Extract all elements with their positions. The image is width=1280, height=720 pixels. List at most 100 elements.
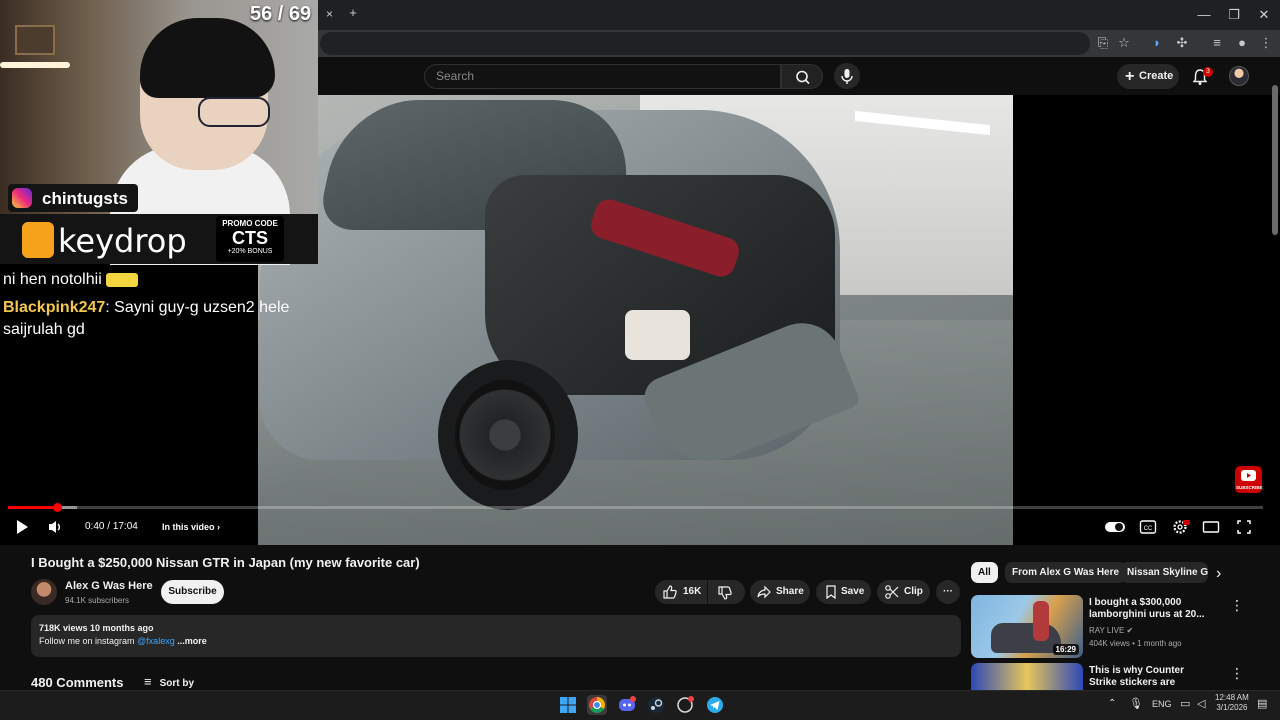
tab-close-button[interactable]: × bbox=[326, 7, 333, 21]
browser-menu-icon[interactable]: ⋮ bbox=[1256, 34, 1276, 52]
page-scrollbar[interactable] bbox=[1272, 85, 1278, 235]
extensions-puzzle-icon[interactable]: ✣ bbox=[1172, 34, 1192, 52]
video-scene-reservoir bbox=[625, 310, 690, 360]
minimize-button[interactable]: — bbox=[1188, 4, 1220, 26]
settings-button[interactable] bbox=[1170, 517, 1190, 537]
channel-name[interactable]: Alex G Was Here bbox=[65, 580, 153, 592]
chapters-button[interactable]: In this video › bbox=[162, 517, 220, 537]
steam-icon bbox=[648, 697, 664, 713]
fullscreen-icon bbox=[1237, 520, 1251, 534]
gear-icon bbox=[1173, 520, 1190, 534]
profile-icon[interactable]: ● bbox=[1232, 34, 1252, 52]
search-input[interactable]: Search bbox=[424, 64, 781, 89]
autoplay-toggle[interactable] bbox=[1104, 517, 1126, 537]
video-title: I Bought a $250,000 Nissan GTR in Japan … bbox=[31, 555, 420, 570]
time-total: 17:04 bbox=[112, 521, 138, 532]
chat-message: ni hen notolhii bbox=[3, 271, 139, 289]
chip-nissan-skyline[interactable]: Nissan Skyline GT bbox=[1120, 562, 1208, 583]
chrome-icon bbox=[589, 697, 605, 713]
video-options-icon[interactable]: ⋮ bbox=[1230, 597, 1244, 614]
chips-next-chevron-icon[interactable]: › bbox=[1216, 565, 1221, 583]
media-control-icon[interactable]: ≡ bbox=[1207, 34, 1227, 52]
share-button[interactable]: Share bbox=[750, 580, 810, 604]
chat-message: Blackpink247: Sayni guy-g uzsen2 hele bbox=[3, 299, 289, 317]
telegram-taskbar-icon[interactable] bbox=[705, 695, 725, 715]
theater-mode-button[interactable] bbox=[1202, 517, 1220, 537]
create-button[interactable]: + Create bbox=[1117, 64, 1179, 89]
like-button[interactable]: 16K bbox=[655, 580, 707, 604]
promo-label: PROMO CODE bbox=[222, 219, 278, 228]
chrome-taskbar-icon[interactable] bbox=[587, 695, 607, 715]
voice-search-button[interactable] bbox=[834, 63, 860, 89]
language-indicator[interactable]: ENG bbox=[1152, 699, 1172, 709]
speaker-icon[interactable]: ◁ bbox=[1197, 697, 1205, 710]
video-meta: 404K views • 1 month ago bbox=[1089, 639, 1182, 648]
sort-comments-button[interactable]: ≡ Sort by bbox=[144, 674, 194, 689]
discord-taskbar-icon[interactable] bbox=[617, 695, 637, 715]
clock-date: 3/1/2026 bbox=[1216, 703, 1248, 712]
promo-bonus: +20% BONUS bbox=[227, 248, 273, 255]
verified-check-icon: ✔ bbox=[1126, 626, 1134, 635]
bookmark-star-icon[interactable]: ☆ bbox=[1114, 34, 1134, 52]
video-title[interactable]: I bought a $300,000 lamborghini urus at … bbox=[1089, 597, 1214, 621]
video-duration: 16:29 bbox=[1052, 644, 1079, 655]
fullscreen-button[interactable] bbox=[1235, 517, 1253, 537]
tray-chevron-icon[interactable]: ⌃ bbox=[1108, 698, 1116, 709]
extension-audio-icon[interactable]: ◗ bbox=[1147, 34, 1167, 52]
keydrop-logo-icon bbox=[22, 222, 54, 258]
url-field[interactable] bbox=[320, 32, 1090, 55]
description-text: Follow me on instagram @fxalexg ...more bbox=[39, 636, 207, 646]
clock[interactable]: 12:48 AM 3/1/2026 bbox=[1215, 693, 1249, 713]
subscribe-button[interactable]: Subscribe bbox=[161, 580, 224, 604]
account-avatar[interactable] bbox=[1229, 66, 1249, 86]
play-button[interactable] bbox=[12, 517, 32, 537]
telegram-icon bbox=[707, 697, 723, 713]
share-icon bbox=[757, 585, 771, 599]
clip-button[interactable]: Clip bbox=[877, 580, 930, 604]
play-icon bbox=[17, 520, 28, 534]
channel-label: RAY LIVE bbox=[1089, 626, 1125, 635]
dislike-button[interactable] bbox=[708, 580, 745, 604]
description-more-link[interactable]: ...more bbox=[175, 636, 207, 646]
chat-text: saijrulah gd bbox=[3, 321, 85, 338]
chat-username: Blackpink247 bbox=[3, 299, 106, 316]
video-thumbnail[interactable] bbox=[971, 663, 1083, 690]
tray-microphone-icon[interactable]: 🎙︎ bbox=[1129, 697, 1143, 710]
steam-taskbar-icon[interactable] bbox=[646, 695, 666, 715]
instagram-icon bbox=[12, 188, 32, 208]
window-close-button[interactable]: ✕ bbox=[1248, 4, 1280, 26]
volume-icon bbox=[49, 521, 60, 533]
restore-button[interactable]: ❐ bbox=[1218, 4, 1250, 26]
channel-avatar[interactable] bbox=[31, 579, 57, 605]
network-icon[interactable]: ▭ bbox=[1180, 697, 1190, 710]
more-actions-button[interactable]: ··· bbox=[936, 580, 960, 604]
instagram-link[interactable]: @fxalexg bbox=[137, 636, 175, 646]
captions-button[interactable]: CC bbox=[1139, 517, 1157, 537]
time-display: 0:40 / 17:04 bbox=[85, 517, 138, 537]
thumbnail-car bbox=[991, 623, 1061, 653]
app-taskbar-icon[interactable] bbox=[675, 695, 695, 715]
video-options-icon[interactable]: ⋮ bbox=[1230, 665, 1244, 682]
save-button[interactable]: Save bbox=[816, 580, 871, 604]
search-icon bbox=[796, 70, 810, 85]
progress-bar[interactable] bbox=[8, 506, 1263, 509]
toggle-icon bbox=[1105, 522, 1125, 532]
search-button[interactable] bbox=[781, 64, 823, 89]
progress-scrubber[interactable] bbox=[53, 503, 62, 512]
chip-from-channel[interactable]: From Alex G Was Here bbox=[1005, 562, 1127, 583]
comments-count: 480 Comments bbox=[31, 675, 124, 690]
subscribe-watermark[interactable]: SUBSCRIBE bbox=[1235, 466, 1263, 493]
video-thumbnail[interactable]: 16:29 bbox=[971, 595, 1083, 658]
view-count-date: 718K views 10 months ago bbox=[39, 623, 154, 633]
circle-app-icon bbox=[677, 696, 694, 713]
youtube-logo-icon bbox=[1241, 470, 1256, 481]
time-separator: / bbox=[104, 521, 113, 532]
mute-button[interactable] bbox=[45, 517, 65, 537]
new-tab-button[interactable]: + bbox=[346, 6, 360, 20]
discord-icon bbox=[619, 696, 636, 711]
install-app-icon[interactable]: ⎘ bbox=[1093, 34, 1113, 52]
start-button[interactable] bbox=[558, 695, 578, 715]
notification-center-icon[interactable]: ▤ bbox=[1257, 697, 1267, 710]
wall-frame bbox=[15, 25, 55, 55]
chip-all[interactable]: All bbox=[971, 562, 998, 583]
